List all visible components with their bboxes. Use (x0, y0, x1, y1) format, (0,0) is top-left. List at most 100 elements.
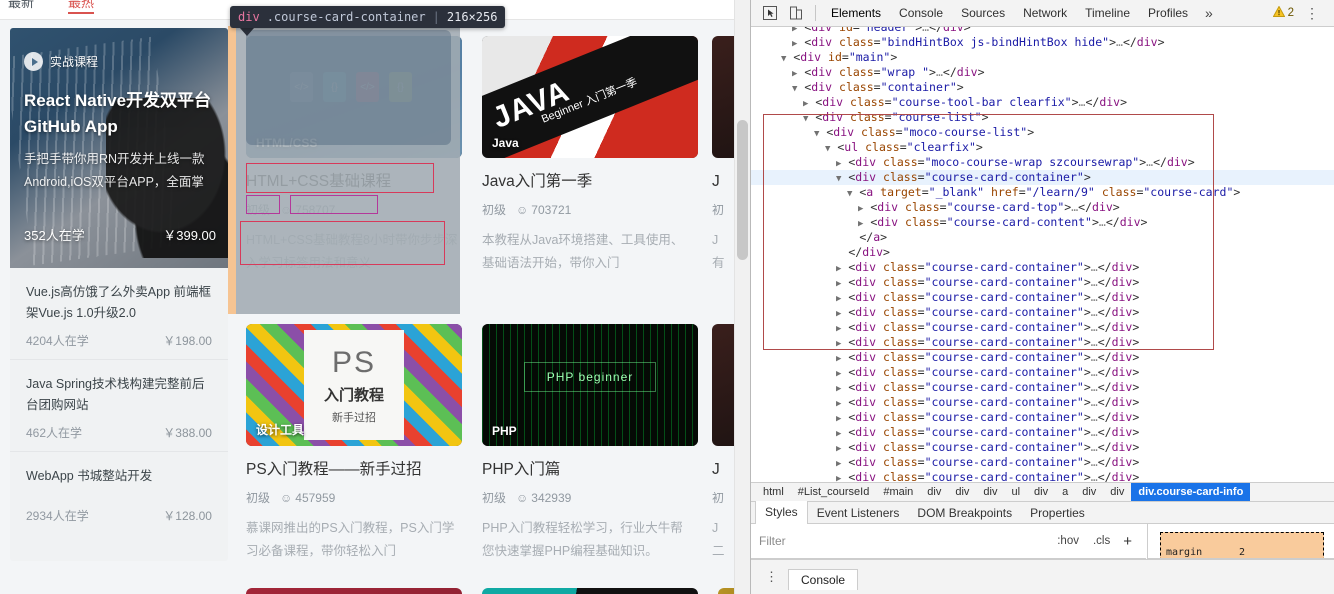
disclosure-triangle-icon[interactable]: ▶ (836, 159, 841, 169)
disclosure-triangle-icon[interactable]: ▶ (836, 339, 841, 349)
dom-tree-row[interactable]: ▼ <div class="moco-course-list"> (751, 125, 1334, 140)
disclosure-triangle-icon[interactable]: ▶ (836, 414, 841, 424)
breadcrumb-item[interactable]: div (1103, 483, 1131, 501)
dom-tree-row[interactable]: ▶ <div class="course-card-container">…</… (751, 365, 1334, 380)
tab-profiles[interactable]: Profiles (1139, 0, 1197, 26)
dom-tree-row[interactable]: ▼ <div class="course-card-container"> (751, 170, 1334, 185)
disclosure-triangle-icon[interactable]: ▼ (825, 144, 830, 154)
disclosure-triangle-icon[interactable]: ▶ (836, 279, 841, 289)
dom-tree-row[interactable]: ▶ <div id="header">…</div> (751, 27, 1334, 35)
breadcrumb-item[interactable]: #main (876, 483, 920, 501)
disclosure-triangle-icon[interactable]: ▶ (836, 444, 841, 454)
dom-tree-row[interactable]: ▶ <div class="course-tool-bar clearfix">… (751, 95, 1334, 110)
dom-tree-row[interactable]: ▶ <div class="course-card-container">…</… (751, 350, 1334, 365)
disclosure-triangle-icon[interactable]: ▶ (792, 27, 797, 34)
list-item[interactable]: WebApp 书城整站开发 2934人在学 ￥128.00 (10, 452, 228, 534)
dom-tree-row[interactable]: ▶ <div class="course-card-top">…</div> (751, 200, 1334, 215)
styles-filter-input[interactable]: Filter (759, 534, 1050, 548)
dom-tree-row[interactable]: ▶ <div class="course-card-container">…</… (751, 395, 1334, 410)
tab-sources[interactable]: Sources (952, 0, 1014, 26)
dom-tree[interactable]: ▶ <div id="header">…</div> ▶ <div class="… (751, 27, 1334, 482)
disclosure-triangle-icon[interactable]: ▼ (836, 174, 841, 184)
disclosure-triangle-icon[interactable]: ▶ (803, 99, 808, 109)
dom-tree-row[interactable]: ▶ <div class="course-card-container">…</… (751, 455, 1334, 470)
dom-tree-row[interactable]: ▼ <div class="container"> (751, 80, 1334, 95)
dom-tree-row[interactable]: ▶ <div class="course-card-container">…</… (751, 380, 1334, 395)
breadcrumb-item[interactable]: a (1055, 483, 1075, 501)
disclosure-triangle-icon[interactable] (847, 234, 852, 244)
disclosure-triangle-icon[interactable]: ▶ (836, 309, 841, 319)
tab-console-drawer[interactable]: Console (788, 568, 859, 590)
disclosure-triangle-icon[interactable]: ▶ (836, 429, 841, 439)
tab-latest[interactable]: 最新 (8, 0, 34, 9)
disclosure-triangle-icon[interactable]: ▼ (792, 84, 797, 94)
page-scrollbar-thumb[interactable] (737, 120, 748, 260)
dom-tree-row[interactable]: ▶ <div class="wrap ">…</div> (751, 65, 1334, 80)
tab-hottest[interactable]: 最热 (68, 0, 94, 14)
disclosure-triangle-icon[interactable]: ▶ (858, 204, 863, 214)
dom-tree-row[interactable]: ▼ <a target="_blank" href="/learn/9" cla… (751, 185, 1334, 200)
dom-tree-row[interactable]: ▶ <div class="course-card-container">…</… (751, 425, 1334, 440)
kebab-menu-icon[interactable]: ⋮ (1298, 5, 1326, 22)
disclosure-triangle-icon[interactable]: ▶ (836, 354, 841, 364)
course-card-php[interactable]: PHP beginner PHP PHP入门篇 初级 ☺ 342939 PHP入… (482, 324, 698, 563)
dom-tree-row[interactable]: ▼ <div id="main"> (751, 50, 1334, 65)
disclosure-triangle-icon[interactable]: ▶ (836, 399, 841, 409)
list-item[interactable]: Vue.js高仿饿了么外卖App 前端框架Vue.js 1.0升级2.0 420… (10, 268, 228, 360)
dom-tree-row[interactable]: ▶ <div class="course-card-container">…</… (751, 410, 1334, 425)
dom-tree-row[interactable]: ▶ <div class="course-card-container">…</… (751, 470, 1334, 482)
dom-tree-row[interactable]: ▼ <div class="course-list"> (751, 110, 1334, 125)
course-card-ps[interactable]: PS 入门教程 新手过招 设计工具 PS入门教程——新手过招 初级 ☺ 4579… (246, 324, 462, 563)
breadcrumb-item[interactable]: ul (1004, 483, 1027, 501)
disclosure-triangle-icon[interactable]: ▶ (858, 219, 863, 229)
course-card-java[interactable]: JAVA Beginner 入门第一季 Java Java入门第一季 初级 ☺ … (482, 36, 698, 275)
dom-tree-row[interactable]: ▶ <div class="course-card-container">…</… (751, 320, 1334, 335)
breadcrumb-item[interactable]: div (976, 483, 1004, 501)
tab-event-listeners[interactable]: Event Listeners (808, 502, 909, 524)
tab-dom-breakpoints[interactable]: DOM Breakpoints (908, 502, 1021, 524)
tab-properties[interactable]: Properties (1021, 502, 1094, 524)
disclosure-triangle-icon[interactable]: ▶ (836, 474, 841, 482)
breadcrumb-item[interactable]: div (1027, 483, 1055, 501)
breadcrumb-item[interactable]: html (756, 483, 791, 501)
dom-tree-row[interactable]: ▼ <ul class="clearfix"> (751, 140, 1334, 155)
new-style-rule-button[interactable]: + (1117, 533, 1138, 550)
dom-tree-row[interactable]: </a> (751, 230, 1334, 245)
disclosure-triangle-icon[interactable]: ▼ (847, 189, 852, 199)
disclosure-triangle-icon[interactable]: ▶ (836, 264, 841, 274)
disclosure-triangle-icon[interactable]: ▶ (792, 69, 797, 79)
course-card-next-row-2[interactable] (482, 588, 698, 594)
disclosure-triangle-icon[interactable]: ▶ (836, 294, 841, 304)
dom-tree-row[interactable]: ▶ <div class="course-card-container">…</… (751, 440, 1334, 455)
disclosure-triangle-icon[interactable] (836, 249, 841, 259)
disclosure-triangle-icon[interactable]: ▼ (814, 129, 819, 139)
dom-tree-row[interactable]: </div> (751, 245, 1334, 260)
course-card-next-row-1[interactable] (246, 588, 462, 594)
breadcrumb-item[interactable]: div.course-card-info (1131, 483, 1251, 501)
tab-elements[interactable]: Elements (822, 0, 890, 26)
promo-hero-card[interactable]: 实战课程 React Native开发双平台 GitHub App 手把手带你用… (10, 28, 228, 268)
disclosure-triangle-icon[interactable]: ▶ (836, 324, 841, 334)
dom-tree-row[interactable]: ▶ <div class="moco-course-wrap szcoursew… (751, 155, 1334, 170)
tab-console[interactable]: Console (890, 0, 952, 26)
tab-network[interactable]: Network (1014, 0, 1076, 26)
breadcrumb-item[interactable]: div (920, 483, 948, 501)
box-model-diagram[interactable]: margin 2 (1160, 532, 1324, 558)
breadcrumb-item[interactable]: div (1075, 483, 1103, 501)
page-scrollbar-track[interactable] (734, 0, 750, 594)
disclosure-triangle-icon[interactable]: ▶ (836, 369, 841, 379)
device-toggle-icon[interactable] (783, 3, 809, 24)
chevron-double-right-icon[interactable]: » (1197, 5, 1221, 21)
course-card-partial-2[interactable]: J 初 J二 (712, 324, 734, 563)
dom-tree-row[interactable]: ▶ <div class="course-card-container">…</… (751, 335, 1334, 350)
dom-tree-row[interactable]: ▶ <div class="course-card-container">…</… (751, 305, 1334, 320)
breadcrumb-item[interactable]: #List_courseId (791, 483, 877, 501)
disclosure-triangle-icon[interactable]: ▼ (781, 54, 786, 64)
hov-toggle-button[interactable]: :hov (1050, 535, 1086, 547)
disclosure-triangle-icon[interactable]: ▶ (792, 39, 797, 49)
dom-tree-row[interactable]: ▶ <div class="course-card-content">…</di… (751, 215, 1334, 230)
tab-timeline[interactable]: Timeline (1076, 0, 1139, 26)
inspect-element-icon[interactable] (757, 3, 783, 24)
dom-tree-row[interactable]: ▶ <div class="course-card-container">…</… (751, 275, 1334, 290)
kebab-menu-icon[interactable]: ⋮ (757, 569, 786, 585)
